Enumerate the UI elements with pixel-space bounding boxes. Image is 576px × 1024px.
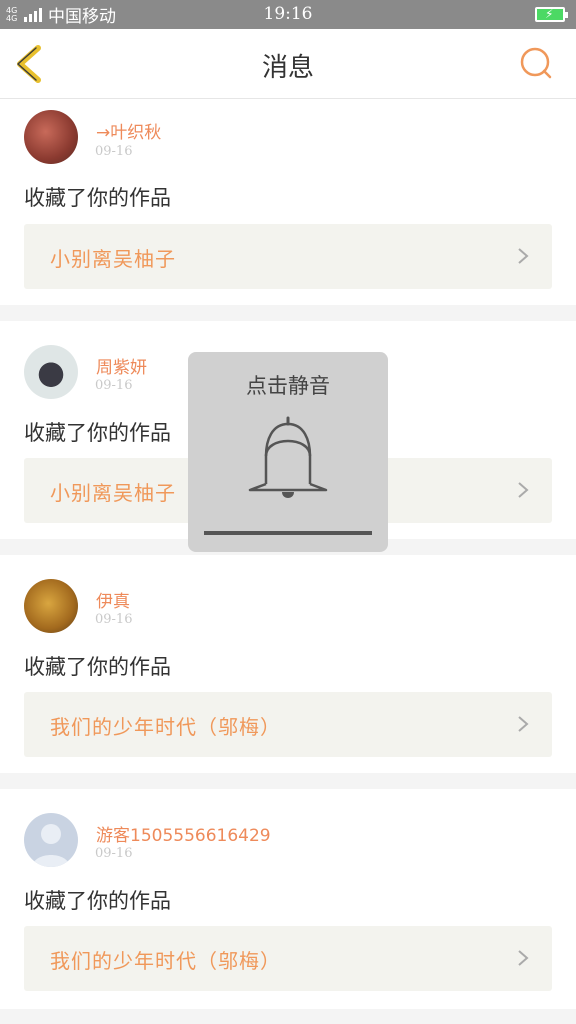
- username[interactable]: 游客15055566164​29: [96, 821, 271, 846]
- volume-bar: [204, 531, 372, 535]
- chevron-right-icon: [518, 482, 529, 498]
- list-item[interactable]: →叶织秋 09-16 收藏了你的作品 小别离吴柚子: [0, 99, 576, 305]
- bell-icon: [248, 416, 328, 498]
- chevron-right-icon: [518, 716, 529, 732]
- work-title: 小别离吴柚子: [50, 481, 176, 505]
- message-date: 09-16: [95, 378, 133, 393]
- page-title: 消息: [261, 53, 314, 83]
- avatar-photo-icon[interactable]: [24, 579, 78, 633]
- status-time: 19:16: [263, 4, 313, 24]
- battery-charging-icon: ⚡: [535, 7, 568, 22]
- action-text: 收藏了你的作品: [24, 889, 171, 913]
- search-icon[interactable]: [518, 45, 554, 81]
- list-item[interactable]: 游客15055566164​29 09-16 收藏了你的作品 我们的少年时代（邬…: [0, 789, 576, 1009]
- username[interactable]: →叶织秋: [96, 118, 161, 143]
- mute-toast: 点击静音: [188, 352, 388, 552]
- work-link[interactable]: 我们的少年时代（邬梅）: [24, 926, 552, 991]
- list-item[interactable]: 伊真 09-16 收藏了你的作品 我们的少年时代（邬梅）: [0, 555, 576, 773]
- username[interactable]: 周紫妍: [96, 353, 147, 378]
- username[interactable]: 伊真: [96, 587, 130, 612]
- action-text: 收藏了你的作品: [24, 421, 171, 445]
- default-avatar-icon[interactable]: [24, 813, 78, 867]
- message-date: 09-16: [95, 612, 133, 627]
- work-link[interactable]: 我们的少年时代（邬梅）: [24, 692, 552, 757]
- message-date: 09-16: [95, 846, 133, 861]
- message-date: 09-16: [95, 144, 133, 159]
- action-text: 收藏了你的作品: [24, 655, 171, 679]
- work-title: 我们的少年时代（邬梅）: [50, 715, 281, 739]
- status-bar: 4G 4G 中国移动 19:16 ⚡: [0, 0, 576, 29]
- action-text: 收藏了你的作品: [24, 186, 171, 210]
- toast-text: 点击静音: [246, 374, 330, 398]
- work-link[interactable]: 小别离吴柚子: [24, 224, 552, 289]
- avatar-photo-icon[interactable]: [24, 110, 78, 164]
- avatar-photo-icon[interactable]: [24, 345, 78, 399]
- chevron-right-icon: [518, 248, 529, 264]
- navbar: 消息: [0, 29, 576, 99]
- chevron-right-icon: [518, 950, 529, 966]
- work-title: 小别离吴柚子: [50, 247, 176, 271]
- work-title: 我们的少年时代（邬梅）: [50, 949, 281, 973]
